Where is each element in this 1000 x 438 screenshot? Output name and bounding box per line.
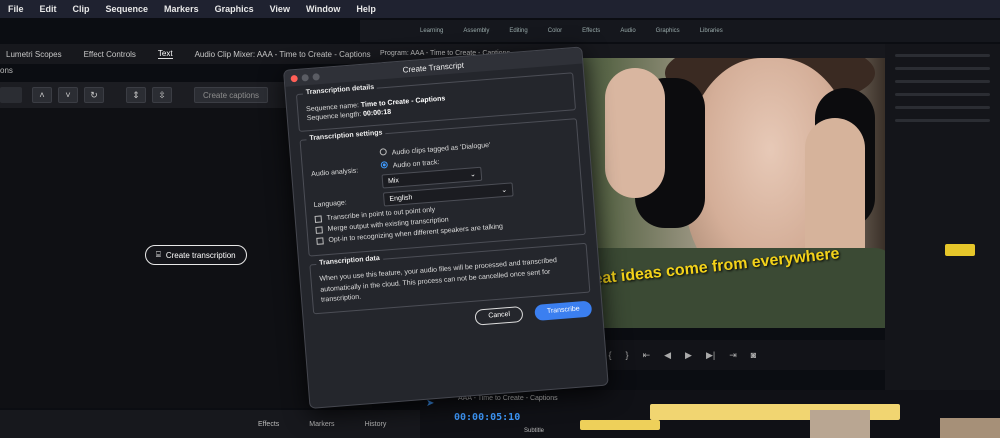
sequence-length-label: Sequence length: [306, 111, 362, 123]
ws-tab[interactable]: Graphics [656, 28, 680, 34]
transcribe-button[interactable]: Transcribe [534, 300, 593, 321]
menu-edit[interactable]: Edit [40, 4, 57, 14]
out-point-icon[interactable]: } [626, 350, 629, 360]
menu-file[interactable]: File [8, 4, 24, 14]
align-merge-icon[interactable]: ⇳ [152, 87, 172, 103]
data-label: Transcription data [316, 254, 384, 267]
ws-tab[interactable]: Effects [582, 28, 600, 34]
cancel-button[interactable]: Cancel [474, 305, 524, 326]
tab-history[interactable]: History [365, 421, 387, 428]
tab-effects[interactable]: Effects [258, 421, 279, 428]
checkbox-speakers[interactable] [316, 237, 324, 245]
left-panel-tabs: Lumetri Scopes Effect Controls Text Audi… [0, 44, 380, 64]
panel-partial-label: ons [0, 66, 13, 75]
track-select-value: Mix [387, 176, 400, 185]
create-transcription-label: Create transcription [165, 250, 236, 260]
chevron-down-icon: ⌄ [500, 186, 508, 195]
menu-clip[interactable]: Clip [73, 4, 90, 14]
timeline-video-clip[interactable] [810, 410, 870, 438]
language-label: Language: [313, 198, 347, 209]
search-input[interactable] [0, 87, 22, 103]
camera-icon[interactable]: ◙ [751, 350, 756, 360]
radio-audio-track-label: Audio on track: [392, 159, 440, 170]
ws-tab[interactable]: Libraries [700, 28, 723, 34]
menu-bar: File Edit Clip Sequence Markers Graphics… [0, 0, 1000, 18]
tab-markers[interactable]: Markers [309, 421, 334, 428]
hand-left [605, 68, 665, 198]
refresh-icon[interactable]: ↻ [84, 87, 104, 103]
checkbox-merge[interactable] [315, 226, 323, 234]
bottom-panel-tabs: Effects Markers History [0, 410, 420, 438]
highlight-swatch [945, 244, 975, 256]
radio-dialogue[interactable] [379, 148, 387, 156]
tab-effect-controls[interactable]: Effect Controls [84, 50, 136, 59]
play-icon[interactable]: ▶ [685, 350, 692, 361]
sequence-length-value: 00:00:18 [362, 108, 392, 118]
timeline-video-clip[interactable] [940, 418, 1000, 438]
transcription-settings-group: Transcription settings Audio analysis: A… [299, 118, 586, 257]
step-back-icon[interactable]: ⇤ [643, 350, 651, 361]
right-panel [885, 44, 1000, 438]
ws-tab[interactable]: Learning [420, 28, 443, 34]
create-captions-button[interactable]: Create captions [194, 87, 269, 103]
rewind-icon[interactable]: ◀ [664, 350, 671, 361]
create-transcript-dialog: Create Transcript Transcription details … [283, 46, 609, 409]
menu-graphics[interactable]: Graphics [215, 4, 254, 14]
checkbox-in-out[interactable] [314, 215, 323, 223]
in-point-icon[interactable]: { [609, 350, 612, 360]
ws-tab[interactable]: Audio [620, 28, 635, 34]
menu-markers[interactable]: Markers [164, 4, 199, 14]
settings-label: Transcription settings [306, 129, 386, 143]
timeline-panel: ➤ AAA - Time to Create - Captions 00:00:… [420, 390, 1000, 438]
ws-tab[interactable]: Editing [509, 28, 527, 34]
transcript-icon: ⌸ [156, 250, 161, 259]
details-label: Transcription details [302, 83, 378, 97]
radio-audio-track[interactable] [380, 161, 389, 169]
workspace-tabs: Learning Assembly Editing Color Effects … [360, 20, 1000, 42]
language-select-value: English [389, 193, 413, 203]
tab-audio-clip-mixer[interactable]: Audio Clip Mixer: AAA - Time to Create -… [195, 50, 371, 59]
menu-view[interactable]: View [270, 4, 290, 14]
create-transcription-button[interactable]: ⌸ Create transcription [145, 245, 247, 265]
tab-text[interactable]: Text [157, 49, 173, 59]
tab-lumetri-scopes[interactable]: Lumetri Scopes [6, 50, 62, 59]
chevron-down-icon: ⌄ [469, 171, 477, 179]
chevron-down-icon[interactable]: ˅ [58, 87, 78, 103]
timeline-timecode[interactable]: 00:00:05:10 [454, 412, 520, 423]
ws-tab[interactable]: Color [548, 28, 562, 34]
menu-sequence[interactable]: Sequence [106, 4, 149, 14]
step-forward-icon[interactable]: ⇥ [729, 350, 737, 361]
align-split-icon[interactable]: ⇕ [126, 87, 146, 103]
timeline-caption-clip[interactable] [580, 420, 660, 430]
forward-icon[interactable]: ▶| [706, 350, 715, 361]
menu-help[interactable]: Help [356, 4, 376, 14]
audio-analysis-label: Audio analysis: [310, 166, 359, 178]
menu-window[interactable]: Window [306, 4, 340, 14]
subtitle-track-label: Subtitle [524, 428, 545, 434]
chevron-up-icon[interactable]: ˄ [32, 87, 52, 103]
ws-tab[interactable]: Assembly [463, 28, 489, 34]
